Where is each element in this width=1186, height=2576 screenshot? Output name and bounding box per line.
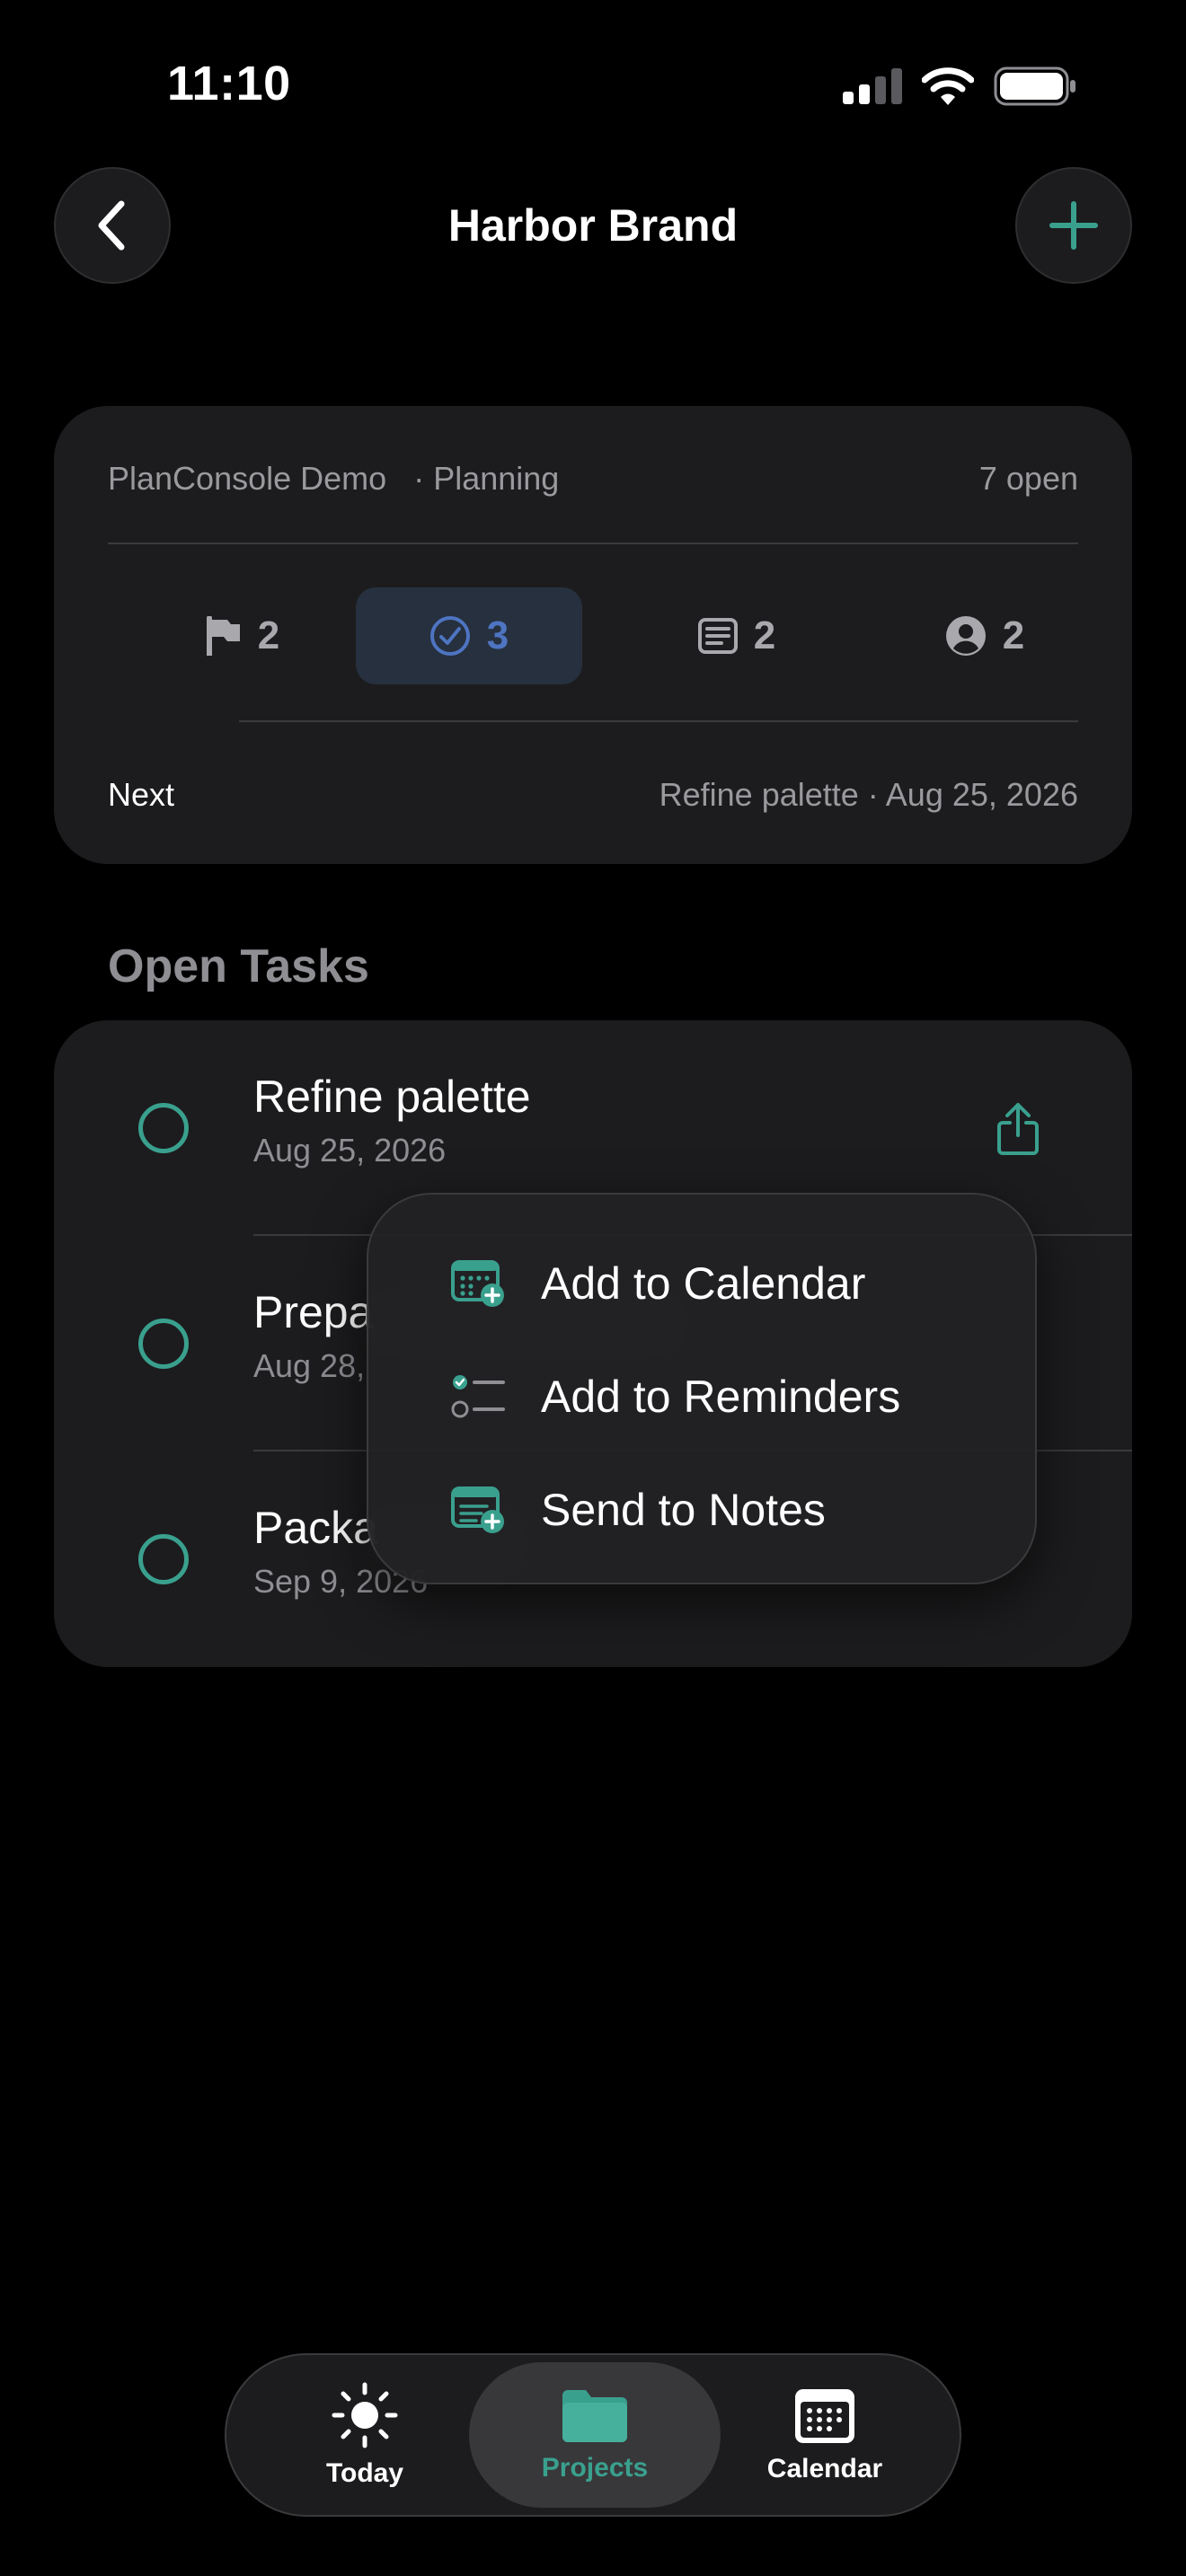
menu-item-label: Send to Notes — [541, 1485, 826, 1535]
flag-icon — [206, 616, 242, 656]
menu-item-send-to-notes[interactable]: Send to Notes — [451, 1469, 826, 1550]
tab-calendar[interactable]: Calendar — [699, 2362, 951, 2508]
tab-bar: Today Projects Calendar — [225, 2353, 961, 2517]
tab-label: Today — [325, 2458, 404, 2488]
share-menu: Add to Calendar Add to Reminders Send to… — [367, 1193, 1037, 1584]
sun-icon — [331, 2381, 399, 2449]
task-title: Refine palette — [253, 1072, 531, 1122]
menu-item-label: Add to Calendar — [541, 1258, 866, 1309]
person-circle-icon — [945, 615, 987, 657]
menu-item-add-to-calendar[interactable]: Add to Calendar — [451, 1243, 865, 1324]
folder-icon — [559, 2386, 631, 2444]
stat-value: 2 — [1002, 613, 1025, 657]
project-phase: · Planning — [413, 460, 560, 497]
menu-item-label: Add to Reminders — [541, 1372, 901, 1422]
stat-value: 2 — [753, 613, 776, 657]
checklist-icon — [451, 1372, 507, 1422]
menu-item-add-to-reminders[interactable]: Add to Reminders — [451, 1356, 900, 1437]
note-add-icon — [451, 1485, 507, 1535]
task-checkbox[interactable] — [138, 1319, 189, 1369]
task-checkbox[interactable] — [138, 1103, 189, 1153]
open-count: 7 open — [978, 460, 1078, 497]
task-checkbox[interactable] — [138, 1534, 189, 1584]
cellular-signal-icon — [843, 68, 902, 104]
tab-projects[interactable]: Projects — [469, 2362, 721, 2508]
tab-label: Calendar — [766, 2454, 883, 2483]
calendar-icon — [793, 2386, 856, 2445]
divider — [239, 720, 1078, 722]
status-time: 11:10 — [167, 57, 291, 110]
stat-value: 3 — [486, 613, 509, 657]
tab-label: Projects — [541, 2453, 649, 2483]
wifi-icon — [922, 67, 974, 105]
note-icon — [697, 618, 738, 654]
calendar-add-icon — [451, 1258, 507, 1309]
next-task-value[interactable]: Refine palette · Aug 25, 2026 — [659, 776, 1078, 814]
task-date: Aug 25, 2026 — [253, 1132, 447, 1169]
project-meta: PlanConsole Demo · Planning — [108, 460, 559, 498]
stat-tasks[interactable]: 3 — [356, 587, 582, 684]
status-icons — [843, 66, 1076, 106]
battery-icon — [994, 66, 1076, 106]
section-title-open-tasks: Open Tasks — [108, 940, 369, 992]
task-date: Aug 28, — [253, 1347, 366, 1384]
add-button[interactable] — [1015, 167, 1132, 284]
next-label: Next — [108, 776, 175, 813]
plus-icon — [1049, 200, 1099, 251]
task-title: Packa — [253, 1503, 378, 1553]
share-icon[interactable] — [996, 1101, 1040, 1157]
stat-value: 2 — [257, 613, 280, 657]
tab-today[interactable]: Today — [239, 2362, 491, 2508]
project-summary-card: PlanConsole Demo · Planning 7 open 2 3 2… — [54, 406, 1132, 864]
page-title: Harbor Brand — [447, 200, 739, 251]
task-title: Prepa — [253, 1287, 374, 1337]
stat-milestones[interactable]: 2 — [153, 587, 332, 684]
workspace-name: PlanConsole Demo — [108, 460, 387, 497]
stat-people[interactable]: 2 — [895, 587, 1075, 684]
checkmark-circle-icon — [429, 615, 471, 657]
stat-notes[interactable]: 2 — [647, 587, 827, 684]
divider — [108, 543, 1078, 544]
